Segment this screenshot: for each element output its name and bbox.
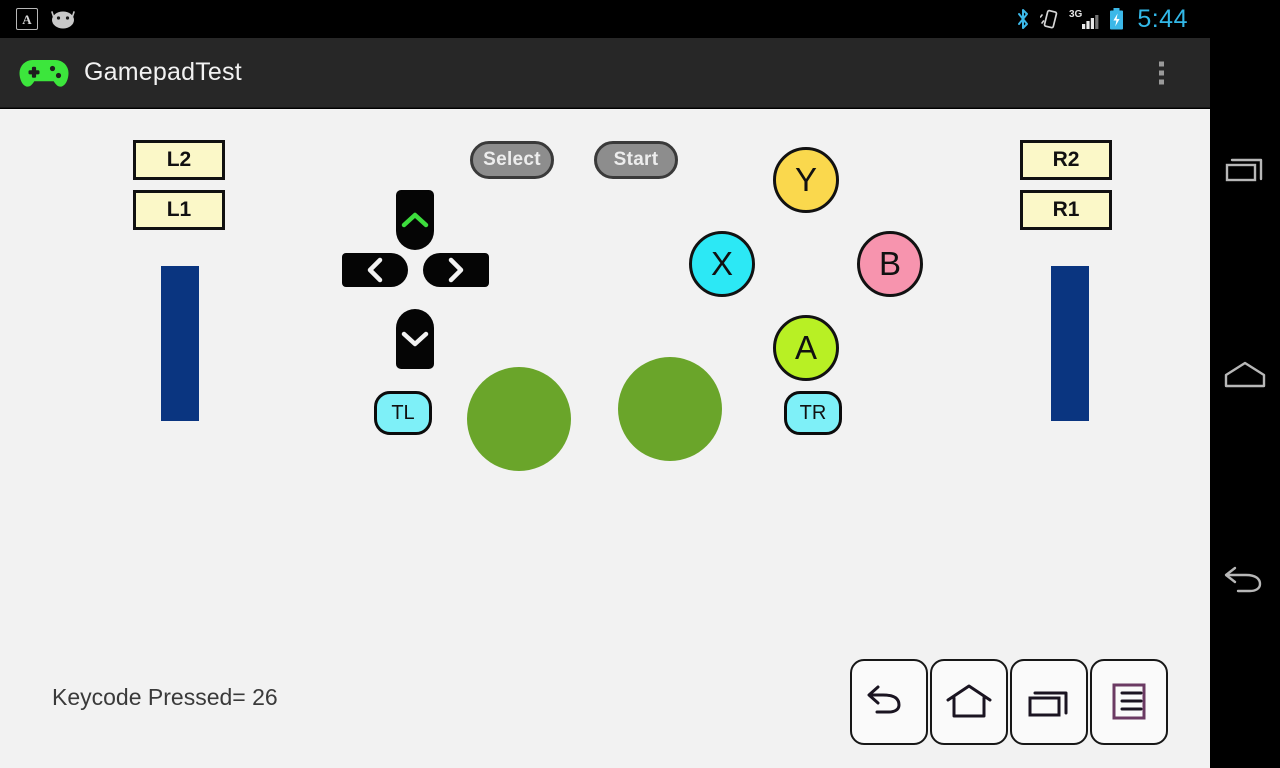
button-x[interactable]: X xyxy=(689,231,755,297)
status-system-icons: 3G 5:44 xyxy=(1015,4,1202,33)
dpad-left-button[interactable] xyxy=(342,253,408,287)
soft-menu-button[interactable] xyxy=(1090,659,1168,745)
button-start[interactable]: Start xyxy=(594,141,678,179)
button-r1-label: R1 xyxy=(1052,198,1080,221)
overflow-menu-icon[interactable] xyxy=(1149,53,1174,92)
dpad-down-button[interactable] xyxy=(396,309,434,369)
soft-home-button[interactable] xyxy=(930,659,1008,745)
left-analog-stick[interactable] xyxy=(467,367,571,471)
soft-key-row xyxy=(850,659,1168,745)
nav-home-button[interactable] xyxy=(1210,335,1280,415)
dpad-right-button[interactable] xyxy=(423,253,489,287)
button-y-label: Y xyxy=(794,161,817,198)
status-notification-area[interactable]: A xyxy=(16,8,76,30)
button-tl[interactable]: TL xyxy=(374,391,432,435)
gamepad-icon xyxy=(19,59,69,87)
button-tr[interactable]: TR xyxy=(784,391,842,435)
bluetooth-icon xyxy=(1018,9,1029,29)
nav-back-button[interactable] xyxy=(1210,540,1280,620)
up-arrow-icon xyxy=(401,212,429,228)
device-screen: A 3G 5:44 GamepadTest L2 L1 R2 R1 Select… xyxy=(0,0,1280,768)
button-select-label: Select xyxy=(483,149,541,170)
right-trigger-bar xyxy=(1051,266,1089,421)
soft-recents-button[interactable] xyxy=(1010,659,1088,745)
home-icon xyxy=(946,684,992,718)
right-arrow-icon xyxy=(448,257,464,283)
left-trigger-bar xyxy=(161,266,199,421)
left-arrow-icon xyxy=(367,257,383,283)
app-notification-icon: A xyxy=(16,8,38,30)
soft-back-button[interactable] xyxy=(850,659,928,745)
home-icon xyxy=(1224,361,1266,388)
button-r2[interactable]: R2 xyxy=(1020,140,1112,180)
keycode-status-text: Keycode Pressed= 26 xyxy=(52,684,278,710)
button-tl-label: TL xyxy=(391,401,415,424)
battery-charging-icon xyxy=(1110,8,1124,30)
button-tr-label: TR xyxy=(799,401,827,424)
button-a-label: A xyxy=(794,329,817,366)
right-analog-stick[interactable] xyxy=(618,357,722,461)
button-y[interactable]: Y xyxy=(773,147,839,213)
dpad-up-button[interactable] xyxy=(396,190,434,250)
nav-recents-button[interactable] xyxy=(1210,130,1280,210)
recent-apps-icon xyxy=(1028,691,1068,717)
menu-list-icon xyxy=(1112,683,1146,720)
back-arrow-icon xyxy=(867,685,901,714)
button-r1[interactable]: R1 xyxy=(1020,190,1112,230)
overflow-dot-3 xyxy=(1159,79,1164,84)
svg-text:3G: 3G xyxy=(1069,9,1083,20)
down-arrow-icon xyxy=(401,331,429,347)
button-l1-label: L1 xyxy=(166,198,192,221)
page-title: GamepadTest xyxy=(84,58,242,86)
vibrate-mode-icon xyxy=(1040,9,1058,29)
status-clock: 5:44 xyxy=(1137,4,1188,33)
button-a[interactable]: A xyxy=(773,315,839,381)
status-bar: A 3G 5:44 xyxy=(0,0,1210,38)
button-select[interactable]: Select xyxy=(470,141,554,179)
gamepad-test-canvas: L2 L1 R2 R1 Select Start Y X B A TL TR K… xyxy=(0,109,1210,768)
signal-3g-icon: 3G xyxy=(1069,9,1099,29)
android-robot-icon xyxy=(51,11,75,29)
button-r2-label: R2 xyxy=(1052,148,1080,171)
button-l2-label: L2 xyxy=(166,148,192,171)
button-l2[interactable]: L2 xyxy=(133,140,225,180)
system-navigation-bar xyxy=(1210,0,1280,768)
button-start-label: Start xyxy=(613,149,659,170)
action-bar: GamepadTest xyxy=(0,38,1210,108)
overflow-dot-2 xyxy=(1159,70,1164,75)
button-b-label: B xyxy=(878,245,901,282)
button-b[interactable]: B xyxy=(857,231,923,297)
button-x-label: X xyxy=(710,245,733,282)
recent-apps-icon xyxy=(1225,158,1263,182)
overflow-dot-1 xyxy=(1159,61,1164,66)
back-arrow-icon xyxy=(1224,566,1262,593)
button-l1[interactable]: L1 xyxy=(133,190,225,230)
